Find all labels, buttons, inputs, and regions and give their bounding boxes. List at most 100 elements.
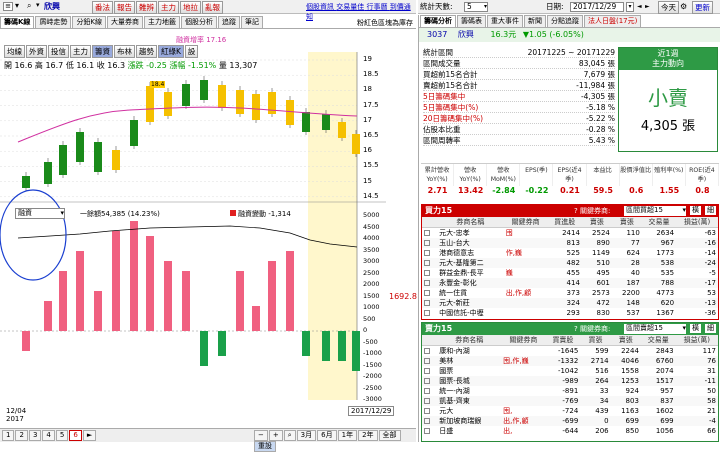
row-checkbox[interactable]	[422, 258, 437, 268]
table-row[interactable]: 玉山-台大 813 890 77 967 -16	[422, 238, 718, 248]
stock-dropdown[interactable]: ▾	[36, 1, 40, 9]
row-checkbox[interactable]	[422, 406, 437, 416]
checkbox[interactable]	[424, 260, 430, 266]
page-5[interactable]: 5	[55, 430, 69, 441]
row-checkbox[interactable]	[422, 268, 437, 278]
table-row[interactable]: 新加坡商瑞銀 出,作,顧 -699 0 699 699 -4	[422, 416, 718, 426]
table-row[interactable]: 國票-長城 -989 264 1253 1517 -11	[422, 376, 718, 386]
table-cell[interactable]: 新加坡商瑞銀	[437, 416, 501, 426]
checkbox[interactable]	[424, 348, 430, 354]
row-checkbox[interactable]	[422, 386, 437, 396]
table-cell[interactable]: 港商德意志	[437, 248, 504, 258]
table-row[interactable]: 統一-內湖 -891 33 924 957 50	[422, 386, 718, 396]
rtab-chip[interactable]: 籌碼分析	[420, 15, 456, 27]
table-cell[interactable]: 日盛	[437, 426, 501, 436]
link-volume[interactable]: 交易量佳	[336, 3, 364, 11]
buy-btn-d[interactable]: 細	[705, 206, 716, 215]
ind-foreign[interactable]: 外資	[26, 45, 47, 58]
buy-select[interactable]: 區間買超15 ▾	[624, 206, 686, 216]
table-row[interactable]: 元大-忠孝囤 2414 2524 110 2634 -63	[422, 228, 718, 239]
checkbox[interactable]	[424, 290, 430, 296]
row-checkbox[interactable]	[422, 278, 437, 288]
table-row[interactable]: 統一住貨 出,作,顧 373 2573 2200 4773 53	[422, 288, 718, 298]
checkbox[interactable]	[424, 358, 430, 364]
table-row[interactable]: 康和-內湖 -1645 599 2244 2843 117	[422, 346, 718, 357]
zoom-1y[interactable]: 1年	[337, 430, 358, 441]
zoom-minus-icon[interactable]: −	[254, 430, 268, 441]
table-cell[interactable]: 國票-長城	[437, 376, 501, 386]
checkbox[interactable]	[424, 270, 430, 276]
zoom-3m[interactable]: 3月	[296, 430, 317, 441]
table-cell[interactable]: 元大-新莊	[437, 298, 504, 308]
sell-btn-h[interactable]: 橫	[690, 324, 701, 333]
sub-select[interactable]: 融資 ▾	[15, 208, 65, 219]
table-row[interactable]: 港商德意志 作,巍 525 1149 624 1773 -14	[422, 248, 718, 258]
row-checkbox[interactable]	[422, 366, 437, 376]
table-cell[interactable]: 元大	[437, 406, 501, 416]
table-row[interactable]: 國票 -1042 516 1558 2074 31	[422, 366, 718, 376]
rtab-events[interactable]: 重大事件	[487, 15, 523, 27]
page-6[interactable]: 6	[69, 430, 82, 441]
table-cell[interactable]: 康和-內湖	[437, 346, 501, 357]
menu-item-2[interactable]: 難辨	[136, 1, 157, 14]
menu-icon[interactable]: ≡	[3, 2, 13, 11]
row-checkbox[interactable]	[422, 346, 437, 357]
tab-chip-k[interactable]: 籌碼K線	[0, 16, 35, 28]
table-row[interactable]: 元大-新莊 324 472 148 620 -13	[422, 298, 718, 308]
dropdown-arrow[interactable]: ▾	[15, 1, 19, 10]
ind-rgk[interactable]: 紅綠K	[158, 45, 184, 58]
table-cell[interactable]: 統一住貨	[437, 288, 504, 298]
search-icon[interactable]: ⌕	[27, 1, 31, 11]
next-date-icon[interactable]: ►	[645, 0, 650, 14]
stock-name[interactable]: 欣興	[44, 1, 60, 12]
zoom-reset[interactable]: 重設	[254, 441, 276, 452]
tab-volume-broker[interactable]: 大量券商	[107, 16, 144, 28]
sell-select[interactable]: 區間賣超15 ▾	[624, 324, 686, 334]
zoom-6m[interactable]: 6月	[317, 430, 337, 441]
row-checkbox[interactable]	[422, 356, 437, 366]
menu-item-0[interactable]: 番法	[92, 1, 113, 14]
sell-btn-d[interactable]: 細	[705, 324, 716, 333]
checkbox[interactable]	[424, 230, 430, 236]
table-cell[interactable]: 國票	[437, 366, 501, 376]
today-button[interactable]: 今天	[658, 1, 679, 14]
days-select[interactable]: 5 ▾	[464, 2, 488, 12]
menu-item-3[interactable]: 主力	[158, 1, 179, 14]
row-checkbox[interactable]	[422, 426, 437, 436]
date-input[interactable]: 2017/12/29	[570, 2, 624, 12]
checkbox[interactable]	[424, 240, 430, 246]
calendar-icon[interactable]: ▾	[626, 2, 634, 12]
table-row[interactable]: 元大 囤, -724 439 1163 1602 21	[422, 406, 718, 416]
rtab-news[interactable]: 新聞	[524, 15, 546, 27]
table-cell[interactable]: 元大-忠孝	[437, 228, 504, 239]
menu-item-4[interactable]: 地拉	[180, 1, 201, 14]
ind-chip[interactable]: 籌資	[92, 45, 113, 58]
checkbox[interactable]	[424, 368, 430, 374]
zoom-all[interactable]: 全部	[378, 430, 401, 441]
table-cell[interactable]: 統一-內湖	[437, 386, 501, 396]
tab-main-force[interactable]: 主力地籤	[144, 16, 181, 28]
update-button[interactable]: 更新	[692, 1, 713, 14]
buy-btn-h[interactable]: 橫	[690, 206, 701, 215]
checkbox[interactable]	[424, 378, 430, 384]
link-stock-info[interactable]: 個股資訊	[306, 3, 334, 11]
row-checkbox[interactable]	[422, 416, 437, 426]
checkbox[interactable]	[424, 428, 430, 434]
zoom-plus-icon[interactable]: +	[268, 430, 283, 441]
checkbox[interactable]	[424, 418, 430, 424]
row-checkbox[interactable]	[422, 396, 437, 406]
menu-item-1[interactable]: 報告	[114, 1, 135, 14]
table-row[interactable]: 元大-基隆第二 482 510 28 538 -24	[422, 258, 718, 268]
table-row[interactable]: 凱基-齊東 -769 34 803 837 58	[422, 396, 718, 406]
checkbox[interactable]	[424, 250, 430, 256]
checkbox[interactable]	[424, 300, 430, 306]
ind-settings[interactable]: 設	[184, 45, 199, 58]
ind-boll[interactable]: 布林	[114, 45, 135, 58]
page-2[interactable]: 2	[15, 430, 28, 441]
row-checkbox[interactable]	[422, 228, 437, 239]
zoom-reset-icon[interactable]: ⌕	[283, 430, 296, 441]
table-row[interactable]: 群益金鼎-長平巍 455 495 40 535 -5	[422, 268, 718, 278]
table-row[interactable]: 永豐金-彰化 414 601 187 788 -17	[422, 278, 718, 288]
ind-ma[interactable]: 均線	[4, 45, 25, 58]
rtab-table[interactable]: 籌碼表	[457, 15, 486, 27]
